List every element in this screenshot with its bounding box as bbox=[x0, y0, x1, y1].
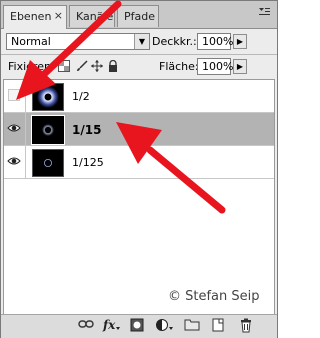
blend-mode-value: Normal bbox=[11, 35, 51, 48]
layer-name: 1/125 bbox=[72, 156, 104, 169]
visibility-toggle[interactable] bbox=[4, 80, 26, 112]
layer-thumbnail bbox=[31, 115, 65, 145]
chevron-down-icon[interactable]: ▼ bbox=[134, 34, 149, 49]
fill-arrow-button[interactable]: ▶ bbox=[233, 59, 247, 74]
opacity-field[interactable]: 100% bbox=[197, 33, 234, 50]
layer-thumbnail bbox=[32, 149, 64, 177]
layers-toolbar: fx bbox=[1, 314, 277, 338]
fx-icon[interactable]: fx bbox=[102, 318, 120, 336]
group-folder-icon[interactable] bbox=[183, 318, 201, 336]
trash-icon[interactable] bbox=[237, 318, 255, 336]
close-icon[interactable]: × bbox=[54, 9, 63, 22]
fill-field[interactable]: 100% bbox=[197, 58, 234, 75]
layers-list: 1/2 1/15 1/125 © Stefan Seip bbox=[3, 79, 275, 317]
svg-text:fx: fx bbox=[102, 318, 116, 332]
layer-row-1-125[interactable]: 1/125 bbox=[4, 146, 274, 179]
layer-name: 1/15 bbox=[72, 123, 102, 137]
tab-label: Pfade bbox=[124, 10, 155, 23]
fill-value: 100% bbox=[202, 60, 234, 73]
brush-icon[interactable] bbox=[76, 60, 88, 72]
opacity-arrow-button[interactable]: ▶ bbox=[233, 34, 247, 49]
tab-pfade[interactable]: Pfade bbox=[117, 5, 159, 27]
tab-ebenen[interactable]: Ebenen × bbox=[3, 5, 67, 29]
eye-icon bbox=[7, 123, 21, 133]
copyright-watermark: © Stefan Seip bbox=[168, 289, 260, 304]
lock-label: Fixieren: bbox=[8, 60, 55, 73]
divider bbox=[1, 54, 277, 55]
lock-transparent-icon[interactable] bbox=[58, 60, 70, 72]
panel-menu-icon[interactable] bbox=[257, 5, 271, 19]
link-icon[interactable] bbox=[77, 318, 95, 336]
eye-icon bbox=[7, 156, 21, 166]
visibility-toggle[interactable] bbox=[4, 113, 26, 145]
adjustment-icon[interactable] bbox=[155, 318, 173, 336]
layer-row-1-2[interactable]: 1/2 bbox=[4, 80, 274, 113]
visibility-toggle[interactable] bbox=[4, 146, 26, 178]
layer-row-1-15[interactable]: 1/15 bbox=[4, 113, 274, 146]
tab-label: Kanäle bbox=[76, 10, 114, 23]
opacity-value: 100% bbox=[202, 35, 234, 48]
layers-panel: Ebenen × Kanäle Pfade Normal ▼ Deckkr.: … bbox=[0, 0, 278, 338]
tab-strip: Ebenen × Kanäle Pfade bbox=[1, 1, 277, 29]
layer-thumbnail bbox=[32, 83, 64, 111]
layer-name: 1/2 bbox=[72, 90, 90, 103]
blend-mode-select[interactable]: Normal ▼ bbox=[6, 33, 150, 50]
lock-icon[interactable] bbox=[107, 60, 119, 72]
mask-icon[interactable] bbox=[128, 318, 146, 336]
move-icon[interactable] bbox=[91, 60, 103, 72]
opacity-label: Deckkr.: bbox=[152, 35, 197, 48]
fill-label: Fläche: bbox=[159, 60, 199, 73]
new-layer-icon[interactable] bbox=[209, 318, 227, 336]
tab-label: Ebenen bbox=[10, 10, 52, 23]
tab-kanaele[interactable]: Kanäle bbox=[69, 5, 115, 27]
visibility-off-box bbox=[8, 89, 20, 101]
